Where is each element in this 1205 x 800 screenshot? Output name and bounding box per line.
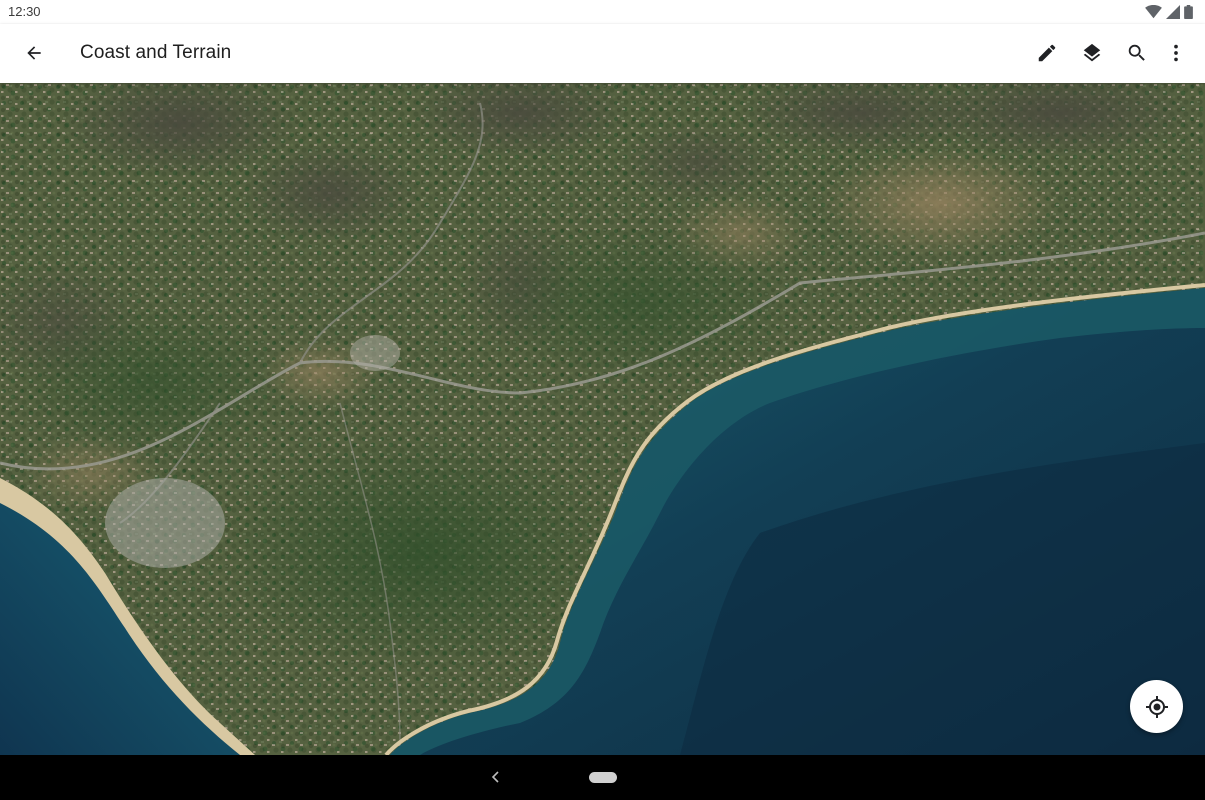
- edit-button[interactable]: [1031, 37, 1063, 69]
- page-title: Coast and Terrain: [80, 42, 232, 63]
- search-icon: [1128, 44, 1145, 61]
- nav-back-icon: [491, 771, 499, 783]
- app-bar: Coast and Terrain: [0, 24, 1205, 83]
- status-bar: 12:30: [0, 0, 1205, 24]
- nav-back-button[interactable]: [486, 767, 506, 787]
- satellite-imagery: [0, 83, 1205, 755]
- my-location-icon: [1145, 695, 1168, 718]
- layers-icon: [1083, 43, 1101, 62]
- search-button[interactable]: [1121, 37, 1153, 69]
- back-button[interactable]: [18, 37, 50, 69]
- more-options-button[interactable]: [1160, 37, 1192, 69]
- layers-button[interactable]: [1076, 37, 1108, 69]
- cell-signal-icon: [1166, 5, 1180, 19]
- wifi-icon: [1145, 5, 1162, 19]
- status-icons: [1145, 5, 1193, 19]
- system-nav-bar: [0, 755, 1205, 800]
- my-location-button[interactable]: [1130, 680, 1183, 733]
- map-view[interactable]: [0, 83, 1205, 755]
- more-vert-icon: [1174, 44, 1178, 62]
- status-time: 12:30: [8, 4, 41, 19]
- nav-home-pill[interactable]: [589, 772, 617, 783]
- battery-icon: [1184, 5, 1193, 19]
- arrow-back-icon: [27, 46, 41, 60]
- edit-icon: [1038, 44, 1056, 62]
